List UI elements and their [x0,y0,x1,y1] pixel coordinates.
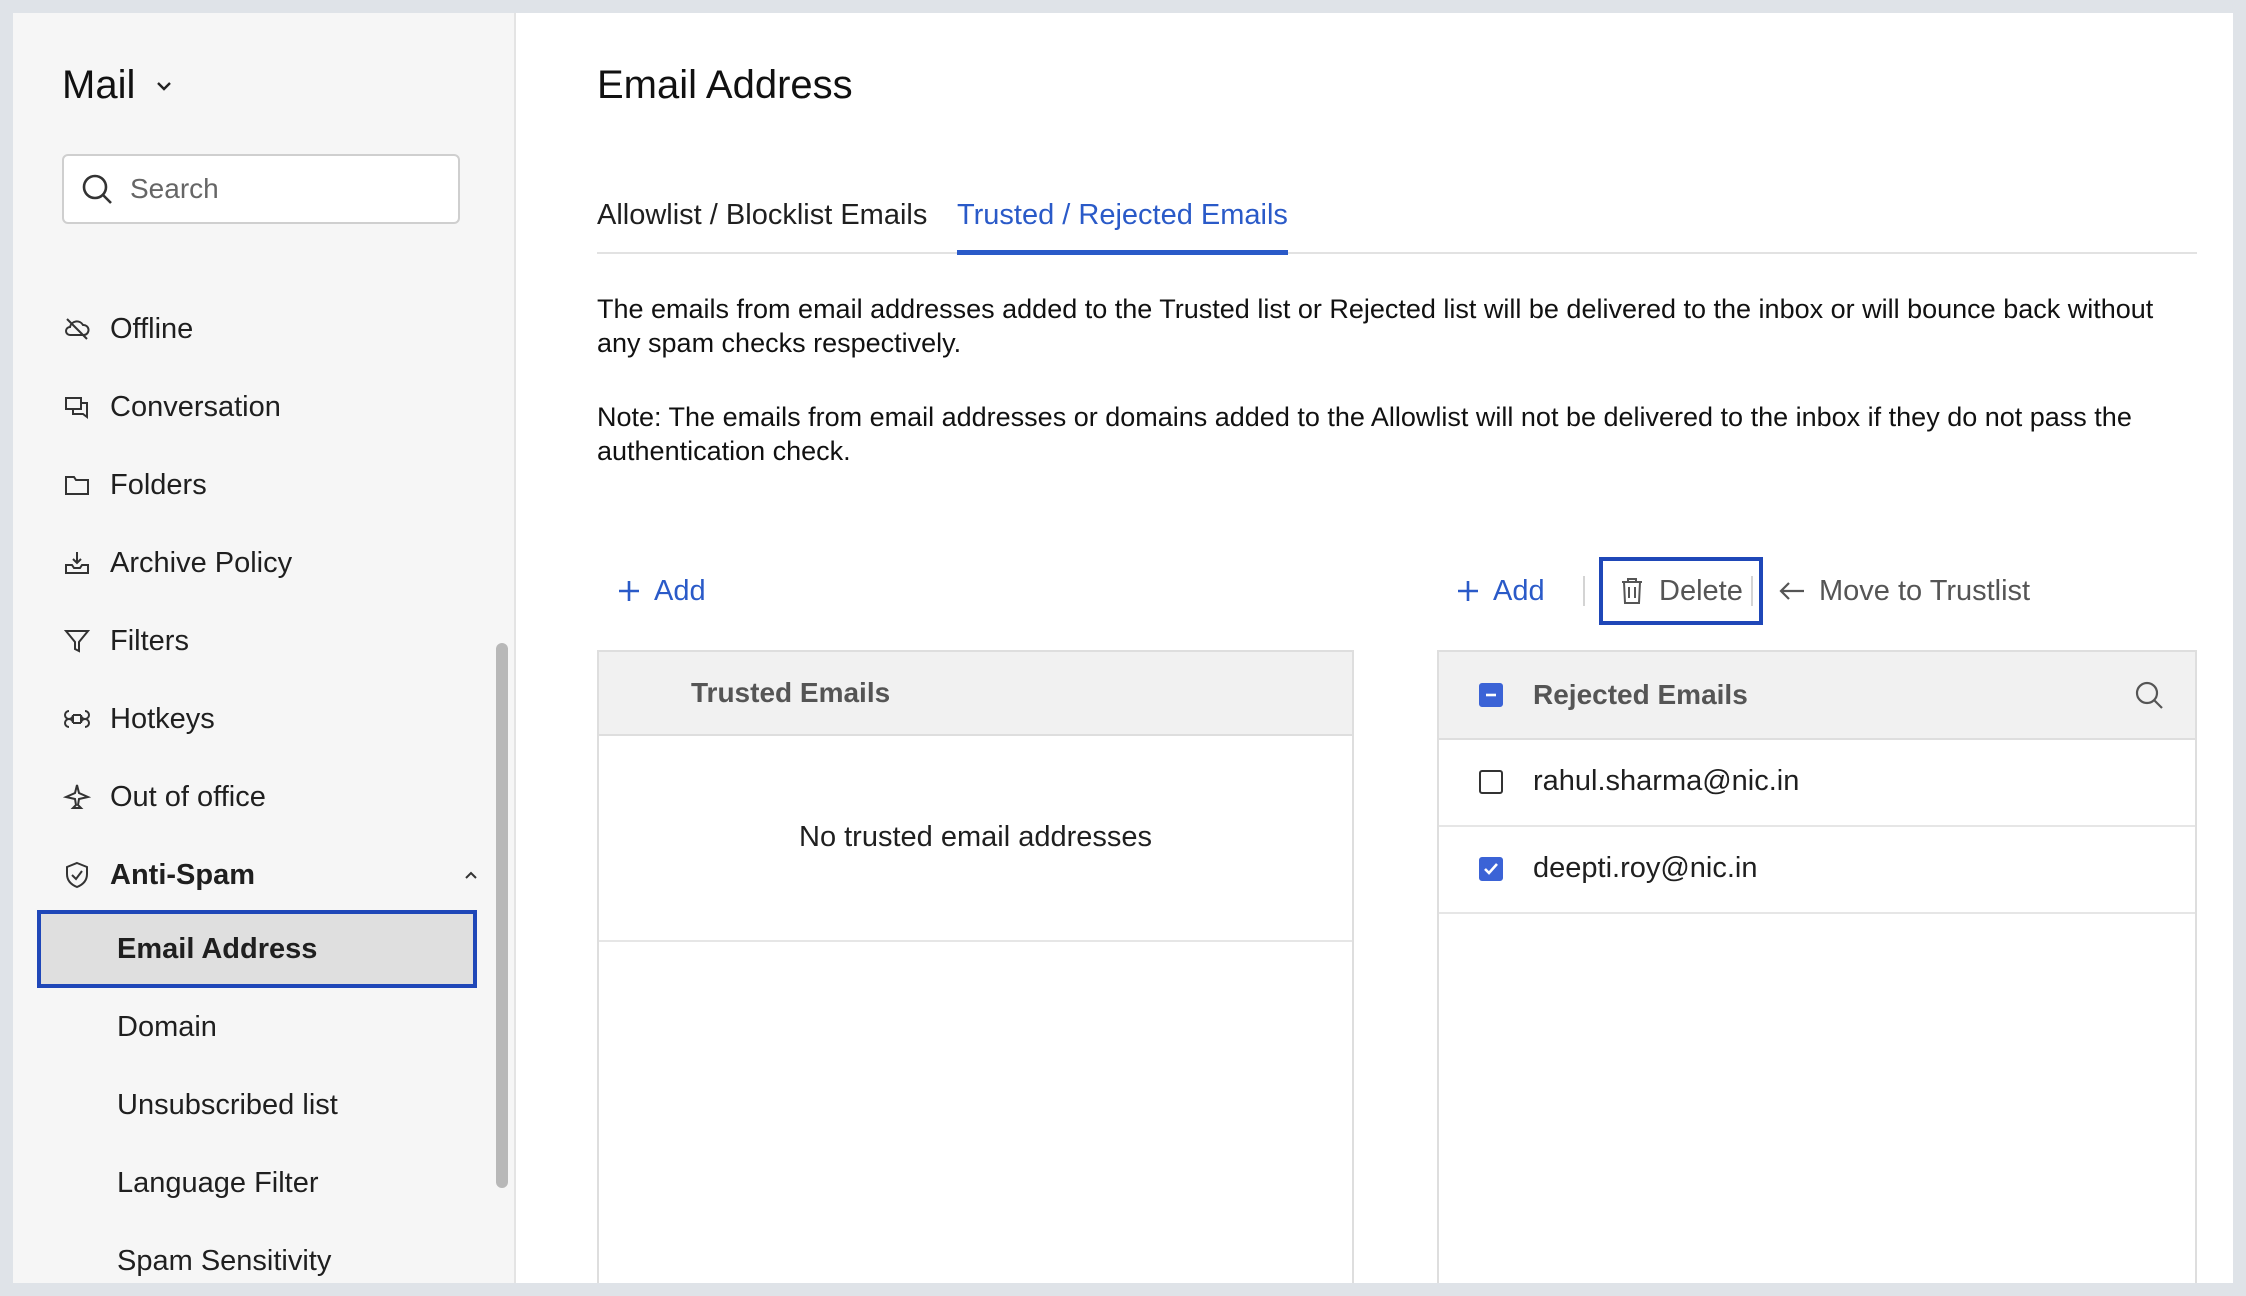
search-input[interactable] [128,172,432,206]
sidebar-subitem-email-address[interactable]: Email Address [37,910,477,988]
command-key-icon [62,704,92,734]
main-content: Email Address Allowlist / Blocklist Emai… [516,13,2233,1283]
sidebar-subitem-label: Spam Sensitivity [117,1244,332,1277]
rejected-emails-header-label: Rejected Emails [1533,679,1748,710]
description-text: The emails from email addresses added to… [597,294,2154,358]
rejected-emails-panel: Rejected Emails rahul.sharma@nic.in deep… [1437,650,2197,1283]
trusted-emails-panel: Trusted Emails No trusted email addresse… [597,650,1354,1283]
rejected-add-label: Add [1493,574,1545,607]
sidebar-item-label: Conversation [110,390,281,423]
table-row[interactable]: deepti.roy@nic.in [1439,825,2195,914]
arrow-left-icon [1779,582,1804,600]
sidebar: Mail Offline Conversation [13,13,516,1283]
sidebar-item-label: Archive Policy [110,546,293,579]
trusted-add-button[interactable]: Add [616,560,706,622]
sidebar-subitem-label: Email Address [117,932,318,965]
row-checkbox[interactable] [1479,856,1503,881]
trusted-add-label: Add [654,574,706,607]
filter-icon [62,626,92,656]
chevron-up-icon[interactable] [462,845,480,905]
app-window: Mail Offline Conversation [13,13,2233,1283]
row-checkbox[interactable] [1479,769,1503,794]
sidebar-item-folders[interactable]: Folders [62,455,207,515]
sidebar-item-out-of-office[interactable]: Out of office [62,767,266,827]
scrollbar-thumb[interactable] [496,643,508,1188]
sidebar-item-label: Out of office [110,780,266,813]
sidebar-subitem-spam-sensitivity[interactable]: Spam Sensitivity [37,1222,477,1283]
conversation-icon [62,392,92,422]
sidebar-item-filters[interactable]: Filters [62,611,189,671]
row-email: rahul.sharma@nic.in [1533,765,1800,797]
sidebar-item-label: Anti-Spam [110,858,255,891]
sidebar-item-label: Hotkeys [110,702,215,735]
row-email: deepti.roy@nic.in [1533,852,1758,884]
sidebar-item-anti-spam[interactable]: Anti-Spam [62,845,477,905]
sidebar-subitem-label: Domain [117,1010,217,1043]
airplane-icon [62,782,92,812]
sidebar-scrollbar[interactable] [491,258,513,1283]
rejected-emails-header: Rejected Emails [1439,652,2195,740]
folder-icon [62,470,92,500]
delete-button[interactable]: Delete [1599,557,1763,625]
sidebar-item-archive-policy[interactable]: Archive Policy [62,533,292,593]
trusted-empty-message: No trusted email addresses [599,734,1352,942]
trusted-emails-header-label: Trusted Emails [691,677,891,708]
sidebar-subitem-language-filter[interactable]: Language Filter [37,1144,477,1222]
search-icon[interactable] [2133,679,2165,711]
sidebar-subitem-label: Language Filter [117,1166,319,1199]
page-title: Email Address [597,63,853,107]
sidebar-item-hotkeys[interactable]: Hotkeys [62,689,215,749]
move-to-trustlist-label: Move to Trustlist [1819,574,2031,607]
select-all-checkbox[interactable] [1479,683,1503,707]
delete-label: Delete [1659,574,1743,607]
shield-check-icon [62,860,92,890]
plus-icon [1458,581,1478,601]
toolbar-divider [1583,576,1585,606]
app-title: Mail [62,63,136,107]
note-text: Note: The emails from email addresses or… [597,402,2132,466]
sidebar-item-label: Folders [110,468,207,501]
search-box[interactable] [62,154,460,224]
trash-icon [1622,578,1642,604]
sidebar-item-label: Offline [110,312,194,345]
sidebar-subitem-domain[interactable]: Domain [37,988,477,1066]
chevron-down-icon [157,81,172,91]
tab-allowlist-blocklist[interactable]: Allowlist / Blocklist Emails [597,199,927,250]
sidebar-subitem-label: Unsubscribed list [117,1088,338,1121]
sidebar-subitem-unsubscribed-list[interactable]: Unsubscribed list [37,1066,477,1144]
search-icon [82,174,112,204]
archive-icon [62,548,92,578]
tab-bar: Allowlist / Blocklist Emails Trusted / R… [597,189,2197,255]
move-to-trustlist-button[interactable]: Move to Trustlist [1777,560,2030,622]
sidebar-item-label: Filters [110,624,189,657]
cloud-off-icon [62,314,92,344]
sidebar-item-offline[interactable]: Offline [62,299,193,359]
rejected-add-button[interactable]: Add [1455,560,1545,622]
trusted-emails-header: Trusted Emails [599,652,1352,736]
plus-icon [619,581,639,601]
table-row[interactable]: rahul.sharma@nic.in [1439,738,2195,827]
sidebar-item-conversation[interactable]: Conversation [62,377,281,437]
tab-trusted-rejected[interactable]: Trusted / Rejected Emails [957,199,1288,255]
toolbar-divider [1751,576,1753,606]
app-switcher[interactable]: Mail [62,63,175,108]
